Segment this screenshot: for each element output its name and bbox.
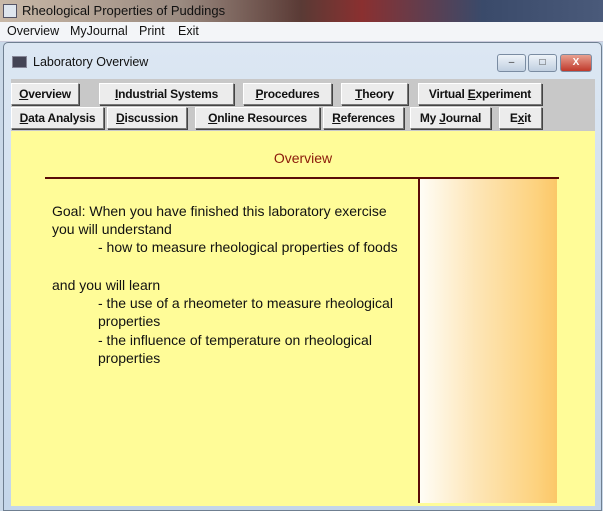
- learn-bullet: - the use of a rheometer to measure rheo…: [98, 295, 393, 311]
- references-button[interactable]: References: [323, 107, 404, 129]
- laboratory-overview-window: Laboratory Overview – □ X Overview Indus…: [3, 42, 602, 511]
- goal-text: Goal: When you have finished this labora…: [52, 203, 387, 219]
- online-resources-button[interactable]: Online Resources: [195, 107, 320, 129]
- my-journal-button[interactable]: My Journal: [410, 107, 491, 129]
- maximize-button[interactable]: □: [528, 54, 557, 72]
- procedures-button[interactable]: Procedures: [243, 83, 332, 105]
- window-icon: [12, 56, 27, 68]
- goal-bullet: - how to measure rheological properties …: [98, 239, 398, 255]
- menu-exit[interactable]: Exit: [178, 24, 199, 38]
- learn-bullet-cont: properties: [98, 350, 161, 366]
- app-title: Rheological Properties of Puddings: [22, 3, 226, 18]
- theory-button[interactable]: Theory: [341, 83, 408, 105]
- menu-myjournal[interactable]: MyJournal: [70, 24, 128, 38]
- gradient-panel: [420, 179, 557, 503]
- discussion-button[interactable]: Discussion: [107, 107, 187, 129]
- close-button[interactable]: X: [560, 54, 592, 72]
- app-icon: [3, 4, 17, 18]
- window-title: Laboratory Overview: [33, 55, 149, 69]
- goal-text: you will understand: [52, 221, 172, 237]
- menu-overview[interactable]: Overview: [7, 24, 59, 38]
- nav-toolbar: Overview Industrial Systems Procedures T…: [11, 79, 595, 131]
- virtual-experiment-button[interactable]: Virtual Experiment: [418, 83, 542, 105]
- learn-bullet-cont: properties: [98, 313, 161, 329]
- overview-content: Overview Goal: When you have finished th…: [11, 131, 595, 506]
- minimize-button[interactable]: –: [497, 54, 526, 72]
- overview-button[interactable]: Overview: [11, 83, 79, 105]
- data-analysis-button[interactable]: Data Analysis: [11, 107, 104, 129]
- menu-bar: Overview MyJournal Print Exit: [0, 22, 603, 42]
- page-title: Overview: [273, 150, 333, 166]
- learn-text: and you will learn: [52, 277, 161, 293]
- industrial-systems-button[interactable]: Industrial Systems: [99, 83, 234, 105]
- app-title-bar[interactable]: Rheological Properties of Puddings: [0, 0, 603, 22]
- exit-button[interactable]: Exit: [499, 107, 542, 129]
- learn-bullet: - the influence of temperature on rheolo…: [98, 332, 372, 348]
- menu-print[interactable]: Print: [139, 24, 165, 38]
